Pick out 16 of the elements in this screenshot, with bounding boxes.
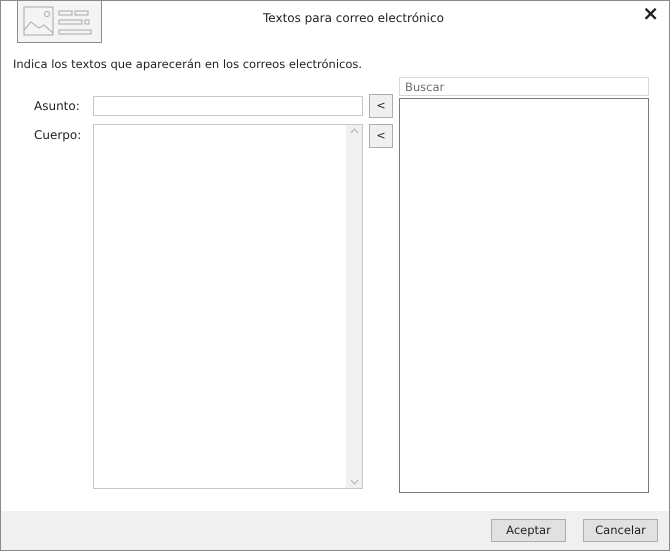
body-textarea[interactable] [93,124,363,490]
scroll-down-icon[interactable] [350,479,358,486]
subject-label: Asunto: [34,98,81,116]
scroll-up-icon[interactable] [350,128,358,134]
instruction-text: Indica los textos que aparecerán en los correos electrónicos. [13,56,364,73]
results-list[interactable] [399,98,649,494]
search-field[interactable]: Buscar [399,77,649,96]
window-title: Textos para correo electrónico [263,10,444,27]
insert-button[interactable]: < [369,94,393,118]
subject-field[interactable] [93,96,363,116]
cancel-button[interactable]: Cancelar [583,519,658,542]
insert-button[interactable]: < [369,124,393,148]
scrollbar[interactable] [346,125,362,488]
close-button[interactable]: × [642,3,659,23]
accept-button[interactable]: Aceptar [491,519,566,542]
body-label: Cuerpo: [34,127,82,144]
